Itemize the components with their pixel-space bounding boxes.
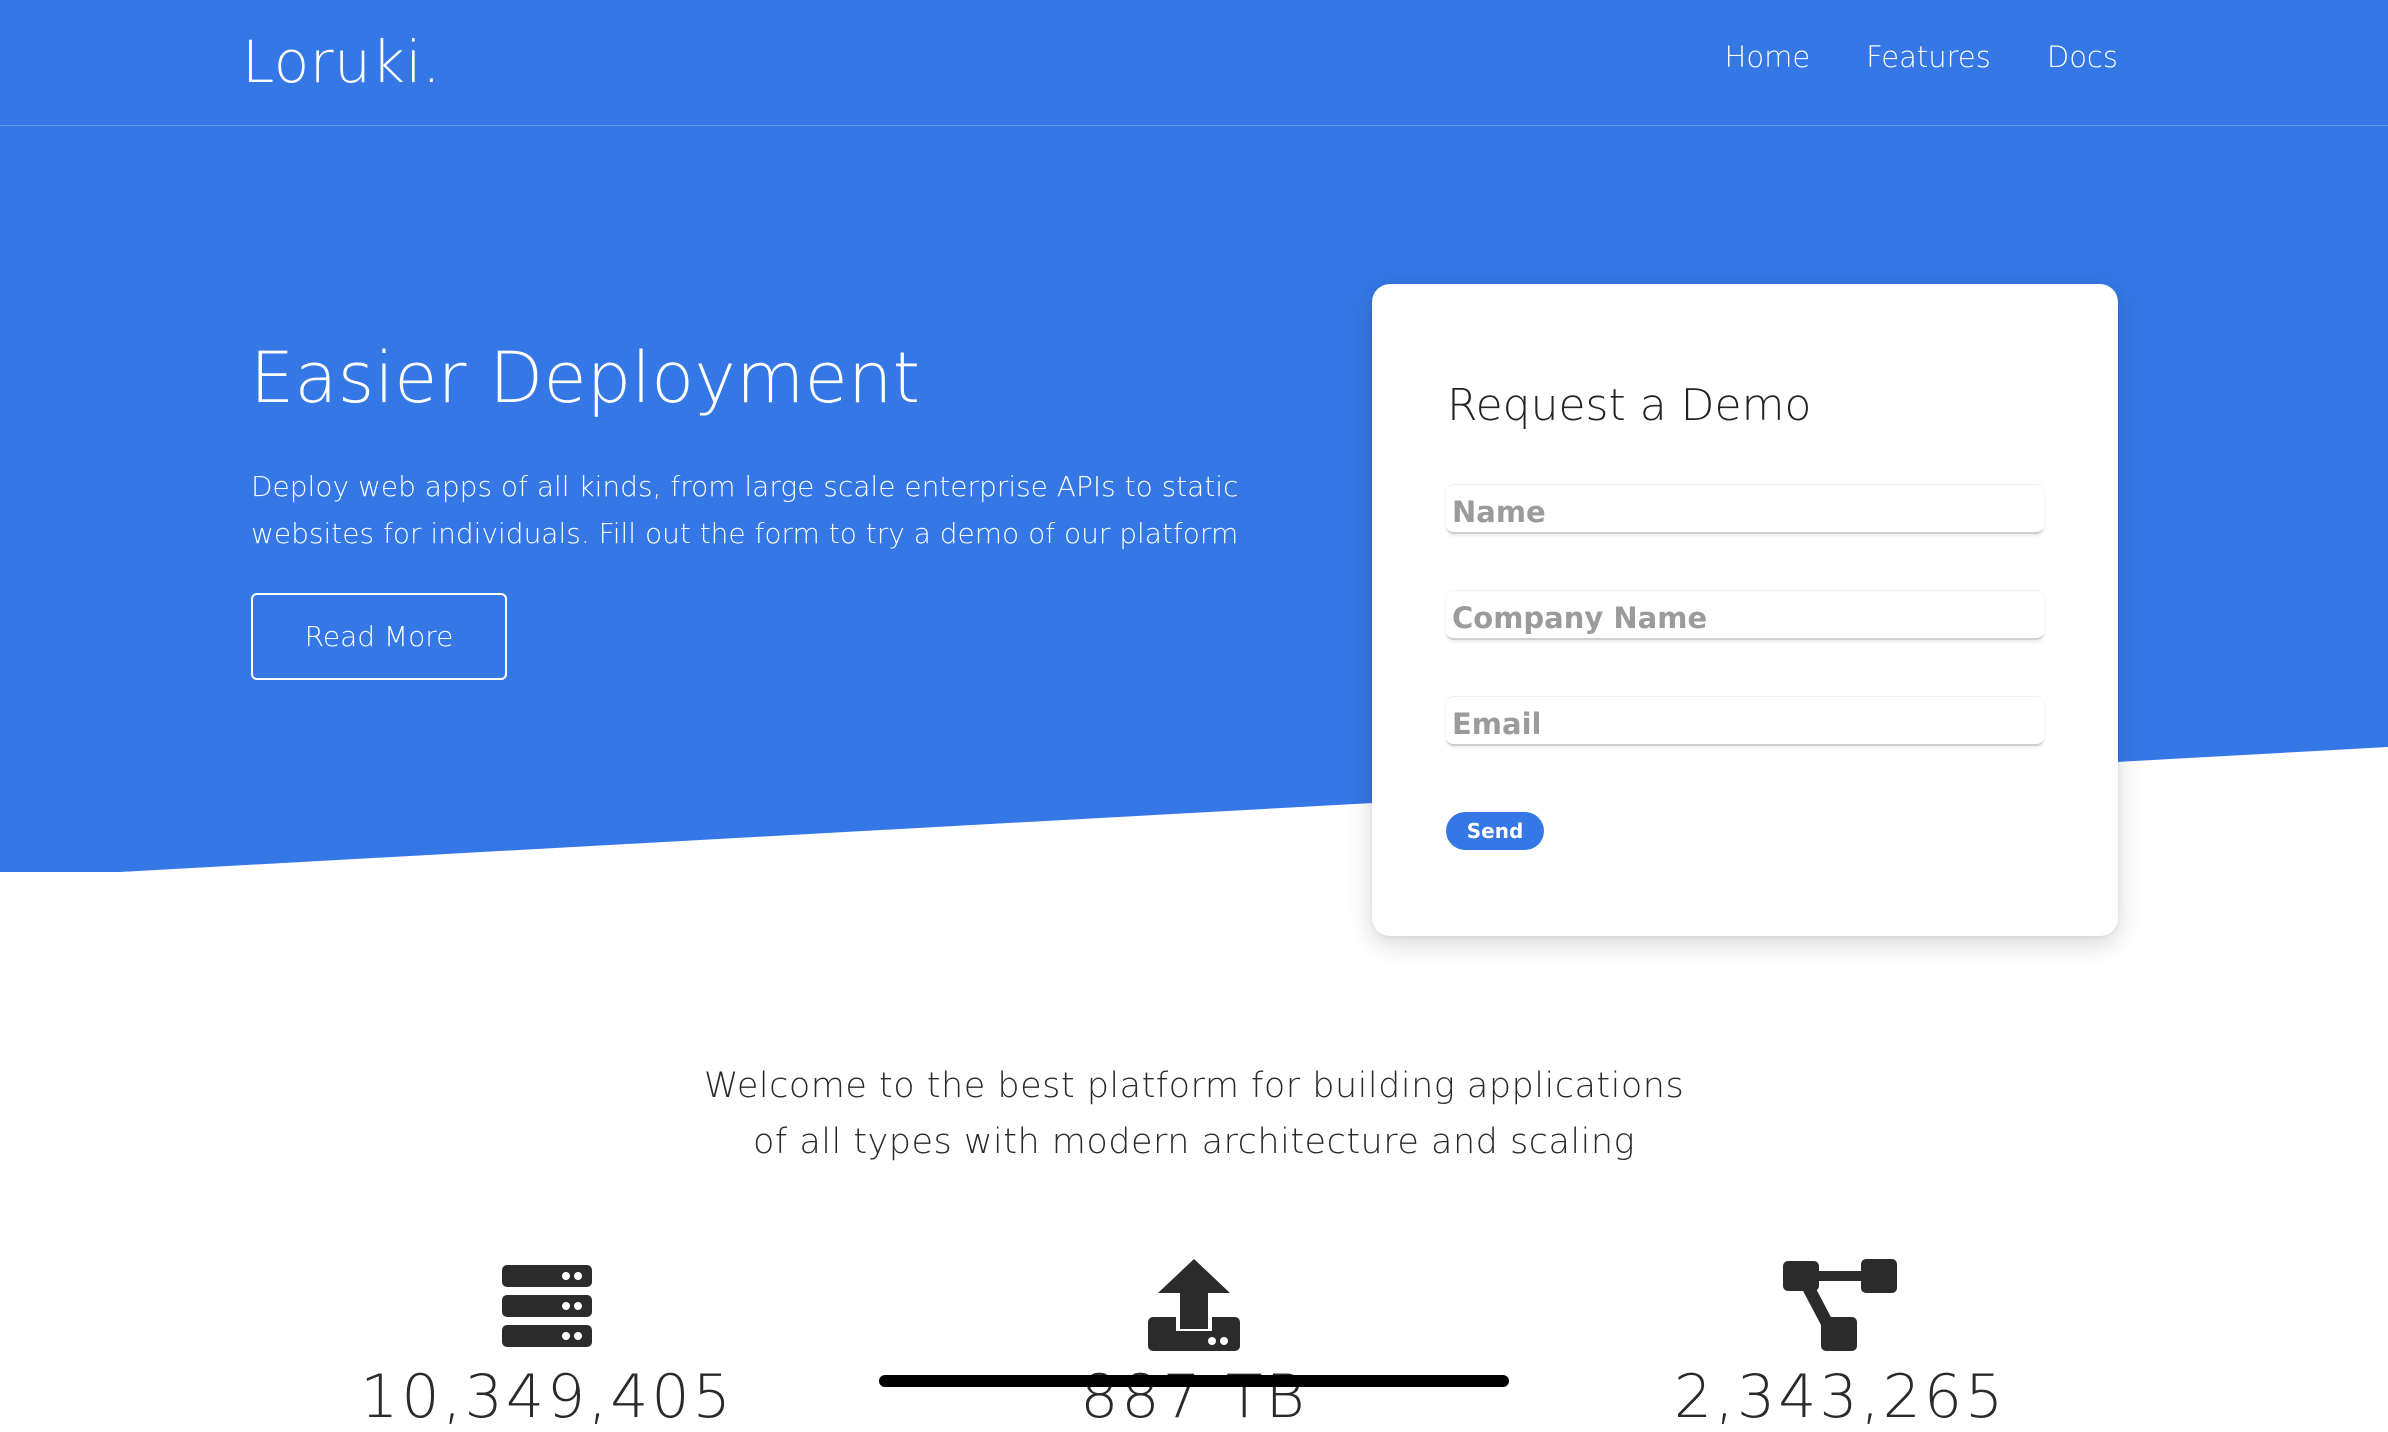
- main-nav: Home Features Docs: [1725, 40, 2118, 74]
- nav-link-docs[interactable]: Docs: [2047, 40, 2118, 74]
- request-demo-card: Request a Demo Send: [1372, 284, 2118, 936]
- home-indicator[interactable]: [879, 1375, 1509, 1387]
- nav-link-features[interactable]: Features: [1866, 40, 1991, 74]
- top-navbar: Loruki. Home Features Docs: [0, 0, 2388, 126]
- server-icon: [502, 1265, 592, 1347]
- send-button[interactable]: Send: [1446, 812, 1544, 850]
- upload-icon: [1148, 1259, 1240, 1351]
- welcome-line-1: Welcome to the best platform for buildin…: [703, 1066, 1685, 1106]
- hero-description: Deploy web apps of all kinds, from large…: [251, 470, 1239, 550]
- read-more-button[interactable]: Read More: [251, 593, 507, 680]
- email-input[interactable]: [1446, 696, 2044, 746]
- form-title: Request a Demo: [1447, 380, 1812, 431]
- stat-value-projects: 2,343,265: [1673, 1362, 2007, 1432]
- nav-link-home[interactable]: Home: [1725, 40, 1811, 74]
- logo[interactable]: Loruki.: [242, 28, 441, 96]
- stat-value-servers: 10,349,405: [360, 1362, 734, 1432]
- company-name-input[interactable]: [1446, 590, 2044, 640]
- welcome-line-2: of all types with modern architecture an…: [752, 1122, 1636, 1162]
- welcome-text: Welcome to the best platform for buildin…: [594, 1058, 1794, 1170]
- project-diagram-icon: [1783, 1259, 1897, 1351]
- hero-title: Easier Deployment: [250, 337, 921, 419]
- name-input[interactable]: [1446, 484, 2044, 534]
- stat-value-storage: 887 TB: [1080, 1362, 1308, 1432]
